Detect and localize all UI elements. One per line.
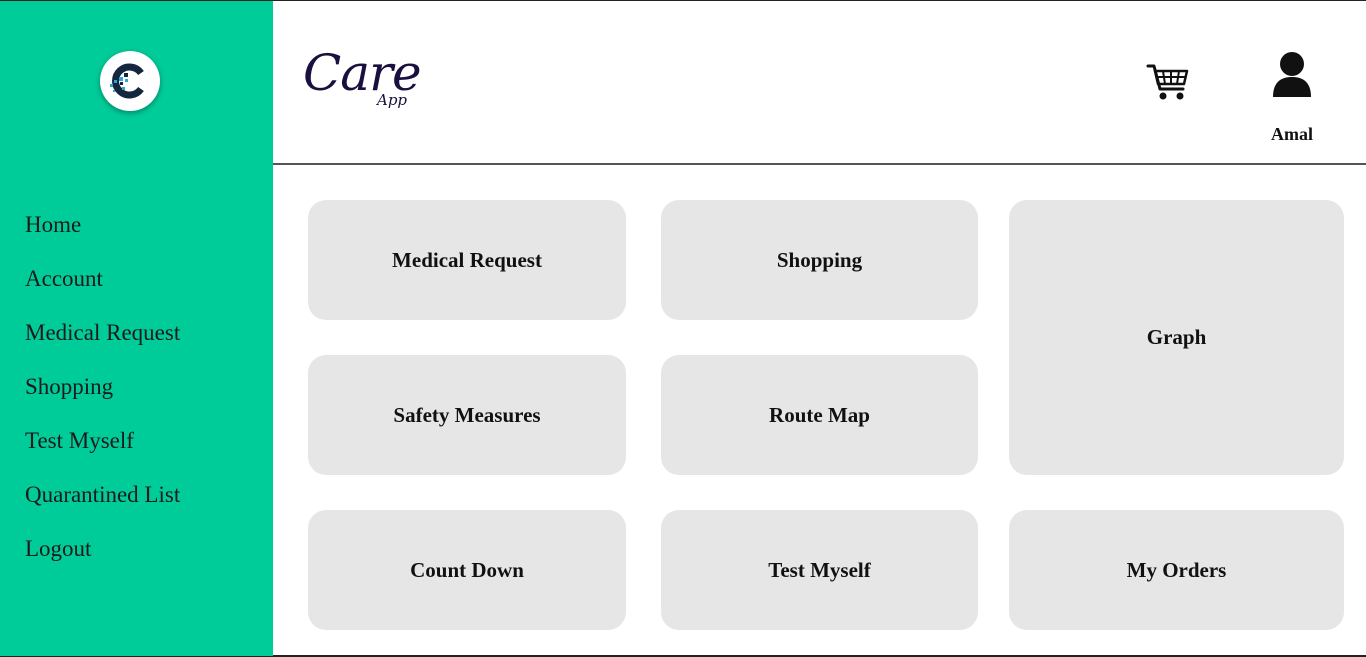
sidebar-item-home[interactable]: Home — [25, 206, 180, 260]
sidebar: Home Account Medical Request Shopping Te… — [0, 1, 273, 656]
brand-logo[interactable]: Care App — [303, 43, 428, 118]
brand-subtitle: App — [377, 91, 408, 109]
header: Care App Amal — [273, 1, 1366, 165]
cart-icon[interactable] — [1146, 59, 1190, 103]
sidebar-item-test-myself[interactable]: Test Myself — [25, 422, 180, 476]
tile-test-myself[interactable]: Test Myself — [661, 510, 978, 630]
tile-shopping[interactable]: Shopping — [661, 200, 978, 320]
sidebar-item-quarantined-list[interactable]: Quarantined List — [25, 476, 180, 530]
app-frame: Home Account Medical Request Shopping Te… — [0, 0, 1366, 657]
tile-graph[interactable]: Graph — [1009, 200, 1344, 475]
user-name: Amal — [1271, 124, 1313, 144]
sidebar-item-shopping[interactable]: Shopping — [25, 368, 180, 422]
tile-count-down[interactable]: Count Down — [308, 510, 626, 630]
sidebar-item-account[interactable]: Account — [25, 260, 180, 314]
sidebar-nav: Home Account Medical Request Shopping Te… — [25, 206, 180, 584]
tile-medical-request[interactable]: Medical Request — [308, 200, 626, 320]
tile-my-orders[interactable]: My Orders — [1009, 510, 1344, 630]
user-icon — [1273, 52, 1311, 97]
user-menu[interactable]: Amal — [1253, 51, 1331, 147]
tile-route-map[interactable]: Route Map — [661, 355, 978, 475]
sidebar-item-logout[interactable]: Logout — [25, 530, 180, 584]
sidebar-item-medical-request[interactable]: Medical Request — [25, 314, 180, 368]
app-logo-icon[interactable] — [100, 51, 160, 111]
tile-safety-measures[interactable]: Safety Measures — [308, 355, 626, 475]
